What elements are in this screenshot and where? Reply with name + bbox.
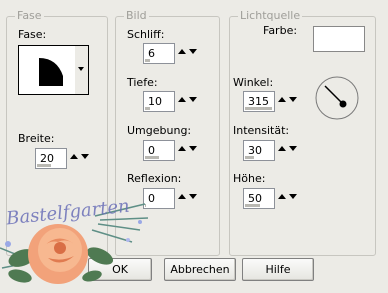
winkel-level-bar xyxy=(245,107,272,110)
reflexion-spinner[interactable]: 0 xyxy=(143,188,205,209)
tiefe-level-bar xyxy=(145,107,150,110)
decrement-down-icon[interactable] xyxy=(189,194,197,199)
breite-spinner[interactable]: 20 xyxy=(35,148,97,169)
farbe-color-swatch[interactable] xyxy=(313,26,365,52)
fase-label: Fase: xyxy=(18,28,47,41)
fase-dropdown-button[interactable] xyxy=(75,45,89,95)
rose-watermark: Bastelfgarten xyxy=(0,196,150,290)
decrement-down-icon[interactable] xyxy=(189,146,197,151)
abbrechen-button[interactable]: Abbrechen xyxy=(164,258,236,281)
hoehe-spinner[interactable]: 50 xyxy=(243,188,305,209)
breite-label: Breite: xyxy=(18,132,55,145)
winkel-label: Winkel: xyxy=(233,76,274,89)
hilfe-button[interactable]: Hilfe xyxy=(242,258,314,281)
increment-up-icon[interactable] xyxy=(278,146,286,151)
umgebung-spinner[interactable]: 0 xyxy=(143,140,205,161)
reflexion-label: Reflexion: xyxy=(127,172,182,185)
increment-up-icon[interactable] xyxy=(178,97,186,102)
increment-up-icon[interactable] xyxy=(278,97,286,102)
hoehe-label: Höhe: xyxy=(233,172,266,185)
tiefe-spinner[interactable]: 10 xyxy=(143,91,205,112)
angle-dial-icon xyxy=(315,76,359,120)
breite-level-bar xyxy=(37,164,51,167)
increment-up-icon[interactable] xyxy=(278,194,286,199)
tiefe-input[interactable]: 10 xyxy=(143,91,175,112)
hoehe-level-bar xyxy=(245,204,260,207)
decrement-down-icon[interactable] xyxy=(81,154,89,159)
farbe-color-fill xyxy=(314,27,364,51)
chevron-down-icon xyxy=(78,67,84,71)
bild-legend: Bild xyxy=(124,9,149,22)
winkel-spinner[interactable]: 315 xyxy=(243,91,305,112)
increment-up-icon[interactable] xyxy=(178,194,186,199)
schliff-input[interactable]: 6 xyxy=(143,43,175,64)
decrement-down-icon[interactable] xyxy=(189,97,197,102)
intensitaet-label: Intensität: xyxy=(233,124,290,137)
angle-dial[interactable] xyxy=(314,75,360,121)
increment-up-icon[interactable] xyxy=(178,146,186,151)
decrement-down-icon[interactable] xyxy=(289,194,297,199)
fase-legend: Fase xyxy=(15,9,44,22)
umgebung-label: Umgebung: xyxy=(127,124,192,137)
lichtquelle-legend: Lichtquelle xyxy=(238,9,303,22)
schliff-spinner[interactable]: 6 xyxy=(143,43,205,64)
umgebung-level-bar xyxy=(145,156,159,159)
bevel-shape-icon xyxy=(39,58,63,86)
intensitaet-spinner[interactable]: 30 xyxy=(243,140,305,161)
decrement-down-icon[interactable] xyxy=(289,97,297,102)
umgebung-input[interactable]: 0 xyxy=(143,140,175,161)
increment-up-icon[interactable] xyxy=(70,154,78,159)
breite-input[interactable]: 20 xyxy=(35,148,67,169)
fase-shape-dropdown[interactable] xyxy=(18,45,89,95)
farbe-label: Farbe: xyxy=(263,24,298,37)
decrement-down-icon[interactable] xyxy=(289,146,297,151)
intensitaet-level-bar xyxy=(245,156,254,159)
hoehe-input[interactable]: 50 xyxy=(243,188,275,209)
schliff-label: Schliff: xyxy=(127,28,165,41)
decrement-down-icon[interactable] xyxy=(189,49,197,54)
increment-up-icon[interactable] xyxy=(178,49,186,54)
fase-shape-preview xyxy=(18,45,76,95)
schliff-level-bar xyxy=(145,59,150,62)
winkel-input[interactable]: 315 xyxy=(243,91,275,112)
intensitaet-input[interactable]: 30 xyxy=(243,140,275,161)
tiefe-label: Tiefe: xyxy=(127,76,158,89)
